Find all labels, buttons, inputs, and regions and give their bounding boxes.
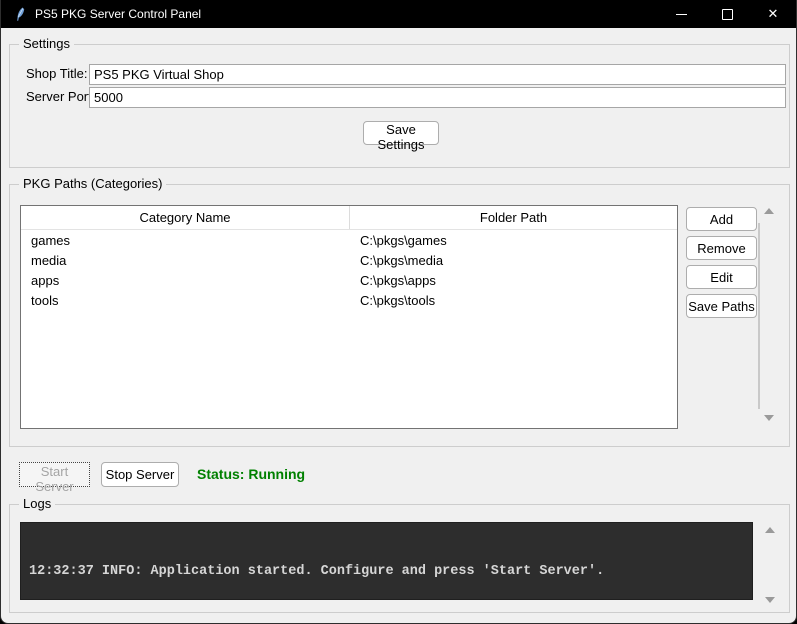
save-paths-button[interactable]: Save Paths [686, 294, 757, 318]
status-badge: Status: Running [197, 466, 305, 482]
feather-app-icon [13, 7, 26, 22]
close-button[interactable]: ✕ [750, 0, 796, 28]
table-row[interactable]: tools C:\pkgs\tools [21, 290, 677, 310]
category-cell: media [21, 253, 350, 268]
path-cell: C:\pkgs\apps [350, 273, 677, 288]
close-icon: ✕ [768, 6, 779, 22]
remove-button[interactable]: Remove [686, 236, 757, 260]
titlebar: PS5 PKG Server Control Panel ✕ [1, 0, 796, 28]
settings-legend: Settings [19, 36, 74, 52]
shop-title-input[interactable] [89, 64, 786, 85]
maximize-button[interactable] [704, 0, 750, 28]
category-cell: tools [21, 293, 350, 308]
table-row[interactable]: apps C:\pkgs\apps [21, 270, 677, 290]
minimize-button[interactable] [658, 0, 704, 28]
server-port-label: Server Port: [26, 89, 95, 104]
logs-group: Logs 12:32:37 INFO: Application started.… [9, 504, 790, 613]
minimize-icon [676, 14, 687, 15]
window-title: PS5 PKG Server Control Panel [35, 7, 201, 21]
logs-legend: Logs [19, 496, 55, 512]
log-line: 12:32:37 INFO: Application started. Conf… [29, 563, 752, 581]
table-header: Category Name Folder Path [21, 206, 677, 230]
scrollbar-up-icon[interactable] [765, 527, 775, 533]
settings-group: Settings Shop Title: Server Port: Save S… [9, 44, 790, 168]
category-cell: games [21, 233, 350, 248]
table-row[interactable]: media C:\pkgs\media [21, 250, 677, 270]
scrollbar-thumb[interactable] [758, 223, 760, 409]
path-cell: C:\pkgs\games [350, 233, 677, 248]
app-window: PS5 PKG Server Control Panel ✕ Settings … [0, 0, 797, 624]
save-settings-button[interactable]: Save Settings [363, 121, 439, 145]
edit-button[interactable]: Edit [686, 265, 757, 289]
pkg-paths-legend: PKG Paths (Categories) [19, 176, 166, 192]
start-server-button[interactable]: Start Server [19, 462, 90, 487]
shop-title-label: Shop Title: [26, 66, 87, 81]
server-port-input[interactable] [89, 87, 786, 108]
path-cell: C:\pkgs\tools [350, 293, 677, 308]
table-row[interactable]: games C:\pkgs\games [21, 230, 677, 250]
pkg-paths-group: PKG Paths (Categories) Category Name Fol… [9, 184, 790, 447]
categories-table: Category Name Folder Path games C:\pkgs\… [20, 205, 678, 429]
log-console[interactable]: 12:32:37 INFO: Application started. Conf… [20, 522, 753, 600]
scrollbar-down-icon[interactable] [765, 597, 775, 603]
window-controls: ✕ [658, 0, 796, 28]
scrollbar-up-icon[interactable] [764, 208, 774, 214]
category-cell: apps [21, 273, 350, 288]
maximize-icon [722, 9, 733, 20]
scrollbar-down-icon[interactable] [764, 415, 774, 421]
add-button[interactable]: Add [686, 207, 757, 231]
stop-server-button[interactable]: Stop Server [101, 462, 179, 487]
path-cell: C:\pkgs\media [350, 253, 677, 268]
column-header-path[interactable]: Folder Path [350, 206, 677, 229]
column-header-category[interactable]: Category Name [21, 206, 350, 229]
